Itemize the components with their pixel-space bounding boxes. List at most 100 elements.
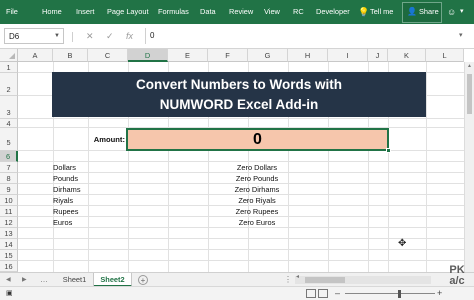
scrollbar-thumb[interactable] — [467, 74, 472, 114]
row-header-3[interactable]: 3 — [0, 96, 18, 119]
row-header-1[interactable]: 1 — [0, 62, 18, 73]
tab-view[interactable]: View — [264, 0, 280, 24]
row-header-4[interactable]: 4 — [0, 119, 18, 128]
function-icon[interactable]: fx — [126, 28, 133, 44]
gridline — [426, 62, 427, 272]
row-header-16[interactable]: 16 — [0, 261, 18, 272]
sheet-tab-sheet2[interactable]: Sheet2 — [94, 273, 132, 287]
column-header-k[interactable]: K — [388, 49, 426, 62]
share-button[interactable]: 👤 Share — [402, 2, 442, 23]
macro-record-icon[interactable]: ▣ — [6, 287, 13, 300]
formula-input[interactable]: 0 — [145, 28, 455, 44]
scroll-left-icon[interactable]: ◂ — [296, 273, 299, 280]
gridline — [18, 249, 474, 250]
tab-split-handle-icon[interactable]: ⋮ — [284, 273, 292, 287]
currency-cell[interactable]: Euros — [53, 217, 72, 228]
column-header-e[interactable]: E — [168, 49, 208, 62]
currency-cell[interactable]: Dollars — [53, 162, 76, 173]
gridline — [18, 118, 474, 119]
currency-cell[interactable]: Riyals — [53, 195, 73, 206]
tab-page-layout[interactable]: Page Layout — [107, 0, 149, 24]
more-sheets-icon[interactable]: … — [40, 273, 48, 287]
ribbon-tab-bar: File Home Insert Page Layout Formulas Da… — [0, 0, 474, 24]
normal-view-icon[interactable] — [306, 289, 316, 298]
words-result-cell[interactable]: Zero Dirhams — [213, 184, 301, 195]
expand-formula-icon[interactable]: ▾ — [459, 28, 463, 44]
tell-me-search[interactable]: Tell me — [370, 0, 393, 24]
row-header-2[interactable]: 2 — [0, 73, 18, 96]
tab-home[interactable]: Home — [42, 0, 62, 24]
logo-line-2: a/c — [449, 275, 465, 287]
currency-cell[interactable]: Dirhams — [53, 184, 81, 195]
fill-handle[interactable] — [386, 148, 391, 153]
tab-developer[interactable]: Developer — [316, 0, 350, 24]
title-banner[interactable]: Convert Numbers to Words with NUMWORD Ex… — [52, 72, 426, 117]
add-sheet-button[interactable]: + — [138, 275, 148, 285]
column-header-g[interactable]: G — [248, 49, 288, 62]
words-result-cell[interactable]: Zero Riyals — [213, 195, 301, 206]
sheet-tabs-bar: ◀ ▶ … Sheet1 Sheet2 + ⋮ ◂ — [0, 272, 474, 287]
row-header-7[interactable]: 7 — [0, 162, 18, 173]
cell-cursor-icon: ✥ — [398, 238, 407, 249]
tab-review[interactable]: Review — [229, 0, 253, 24]
row-header-8[interactable]: 8 — [0, 173, 18, 184]
status-bar: ▣ – + — [0, 286, 474, 300]
smiley-icon[interactable]: ☺ — [447, 0, 456, 24]
column-header-j[interactable]: J — [368, 49, 388, 62]
words-result-cell[interactable]: Zero Dollars — [213, 162, 301, 173]
row-header-9[interactable]: 9 — [0, 184, 18, 195]
select-all-corner[interactable] — [0, 49, 18, 62]
cancel-icon[interactable]: ✕ — [86, 28, 94, 44]
row-header-11[interactable]: 11 — [0, 206, 18, 217]
row-header-10[interactable]: 10 — [0, 195, 18, 206]
tab-formulas[interactable]: Formulas — [158, 0, 189, 24]
sheet-tab-sheet1[interactable]: Sheet1 — [56, 273, 94, 287]
lightbulb-icon: 💡 — [358, 7, 370, 17]
row-header-12[interactable]: 12 — [0, 217, 18, 228]
column-header-l[interactable]: L — [426, 49, 464, 62]
column-header-c[interactable]: C — [88, 49, 128, 62]
currency-cell[interactable]: Pounds — [53, 173, 78, 184]
separator — [72, 32, 73, 42]
tab-file[interactable]: File — [6, 0, 18, 24]
title-line-2: NUMWORD Excel Add-in — [159, 97, 319, 112]
person-icon: 👤 — [407, 7, 417, 16]
scroll-up-icon[interactable]: ▲ — [467, 63, 472, 69]
chevron-down-icon[interactable]: ▼ — [54, 28, 60, 44]
pk-logo: PK a/c — [442, 265, 472, 297]
zoom-out-icon[interactable]: – — [335, 287, 340, 300]
words-result-cell[interactable]: Zero Pounds — [213, 173, 301, 184]
tab-insert[interactable]: Insert — [76, 0, 94, 24]
row-header-13[interactable]: 13 — [0, 228, 18, 239]
tab-rc[interactable]: RC — [293, 0, 304, 24]
row-header-14[interactable]: 14 — [0, 239, 18, 250]
row-header-5[interactable]: 5 — [0, 128, 18, 151]
row-header-6[interactable]: 6 — [0, 151, 18, 162]
previous-sheet-icon[interactable]: ◀ — [6, 273, 11, 287]
zoom-slider-knob[interactable] — [398, 290, 401, 298]
currency-cell[interactable]: Rupees — [53, 206, 78, 217]
column-header-f[interactable]: F — [208, 49, 248, 62]
tab-data[interactable]: Data — [200, 0, 216, 24]
vertical-scrollbar[interactable]: ▲ — [464, 62, 474, 272]
next-sheet-icon[interactable]: ▶ — [22, 273, 27, 287]
ribbon-expand-icon[interactable]: ▾ — [460, 0, 464, 24]
words-result-cell[interactable]: Zero Rupees — [213, 206, 301, 217]
column-header-d[interactable]: D — [128, 49, 168, 62]
row-header-15[interactable]: 15 — [0, 250, 18, 261]
column-header-b[interactable]: B — [53, 49, 88, 62]
worksheet-grid[interactable]: A B C D E F G H I J K L 1 2 3 4 5 6 7 8 … — [0, 49, 474, 272]
column-header-a[interactable]: A — [18, 49, 53, 62]
gridline — [18, 260, 474, 261]
column-header-i[interactable]: I — [328, 49, 368, 62]
zoom-slider-track[interactable] — [345, 293, 435, 294]
words-result-cell[interactable]: Zero Euros — [213, 217, 301, 228]
horizontal-scrollbar[interactable]: ◂ — [295, 273, 431, 284]
formula-bar: D6 ▼ ✕ ✓ fx 0 ▾ — [0, 24, 474, 49]
scrollbar-thumb[interactable] — [305, 277, 345, 283]
enter-icon[interactable]: ✓ — [106, 28, 114, 44]
column-header-h[interactable]: H — [288, 49, 328, 62]
page-layout-view-icon[interactable] — [318, 289, 328, 298]
amount-label: Amount: — [93, 135, 125, 144]
amount-input-cell[interactable]: 0 — [126, 128, 389, 151]
